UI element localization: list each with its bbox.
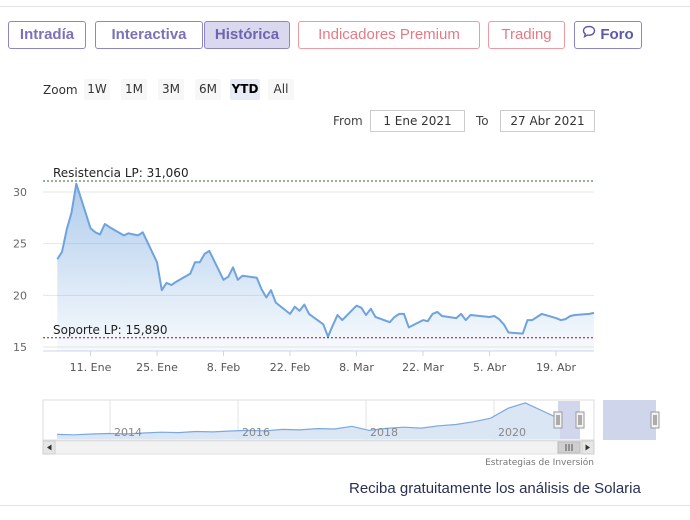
x-tick-label: 11. Ene bbox=[70, 361, 112, 374]
x-tick-label: 22. Mar bbox=[402, 361, 444, 374]
resistance-label: Resistencia LP: 31,060 bbox=[53, 166, 189, 180]
chart-credit: Estrategias de Inversión bbox=[485, 457, 594, 468]
scrollbar[interactable] bbox=[42, 440, 595, 455]
x-tick-label: 5. Abr bbox=[473, 361, 506, 374]
x-tick-label: 22. Feb bbox=[270, 361, 310, 374]
navigator-year-label: 2014 bbox=[114, 426, 142, 439]
navigator-far-handle[interactable] bbox=[650, 411, 660, 429]
navigator-outer-mask bbox=[603, 400, 656, 440]
bottom-divider bbox=[0, 505, 690, 506]
price-chart: 30 25 20 15 Resistencia LP: 31,060 Soporte L… bbox=[13, 166, 660, 468]
navigator-year-label: 2020 bbox=[498, 426, 526, 439]
navigator-right-handle[interactable] bbox=[575, 411, 585, 429]
y-tick-label: 15 bbox=[13, 341, 27, 354]
y-tick-label: 25 bbox=[13, 238, 27, 251]
footer-promo-text[interactable]: Reciba gratuitamente los análisis de Sol… bbox=[349, 480, 641, 497]
y-tick-label: 30 bbox=[13, 186, 27, 199]
x-tick-label: 8. Mar bbox=[339, 361, 374, 374]
x-tick-label: 25. Ene bbox=[136, 361, 178, 374]
support-label: Soporte LP: 15,890 bbox=[53, 323, 168, 337]
navigator-year-label: 2016 bbox=[242, 426, 270, 439]
navigator-left-handle[interactable] bbox=[553, 411, 563, 429]
y-tick-label: 20 bbox=[13, 289, 27, 302]
x-tick-label: 19. Abr bbox=[536, 361, 576, 374]
navigator-year-label: 2018 bbox=[370, 426, 398, 439]
x-tick-label: 8. Feb bbox=[207, 361, 240, 374]
navigator[interactable]: 2014 2016 2018 2020 bbox=[42, 399, 660, 441]
